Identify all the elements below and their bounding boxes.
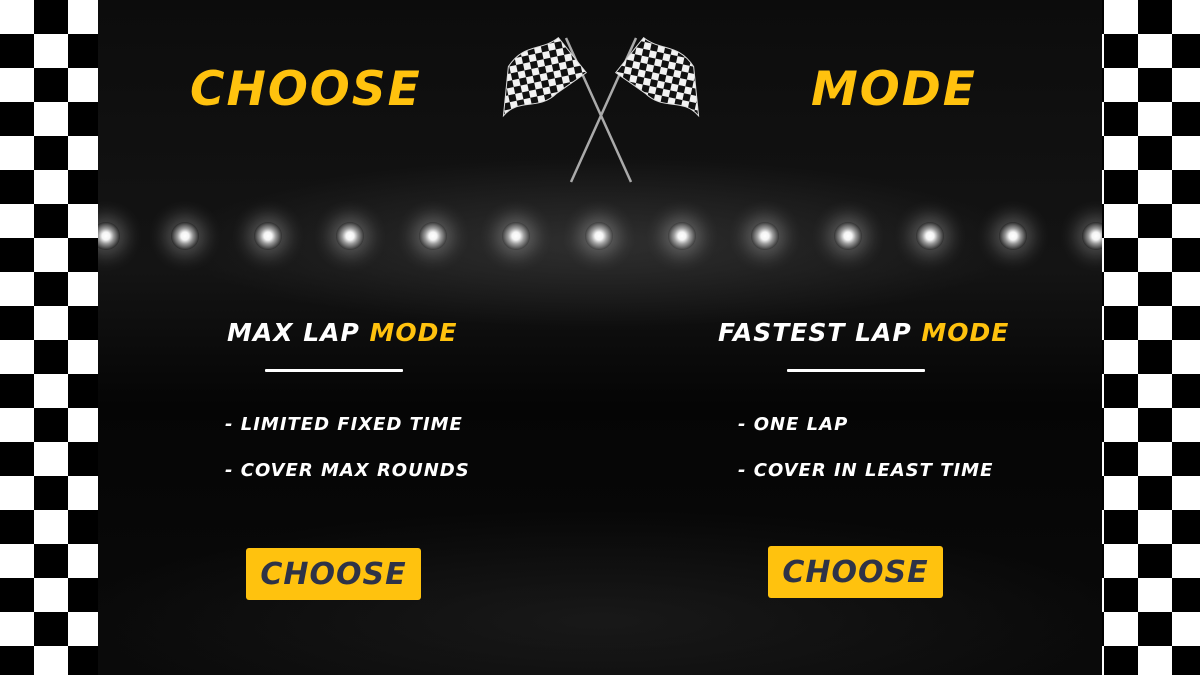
title-underline — [265, 369, 403, 372]
mode-select-screen: CHOOSE MODE MAX LAP MODE - LIMITED FIXED… — [98, 0, 1102, 675]
spotlight-icon — [834, 222, 862, 250]
spotlight-icon — [668, 222, 696, 250]
mode-feature: - COVER IN LEAST TIME — [738, 460, 994, 481]
spotlight-icon — [1082, 222, 1102, 250]
mode-title-fastest-lap: FASTEST LAP MODE — [718, 318, 1009, 347]
spotlight-icon — [419, 222, 447, 250]
spotlight-icon — [585, 222, 613, 250]
spotlight-icon — [336, 222, 364, 250]
spotlight-icon — [98, 222, 120, 250]
spotlight-icon — [999, 222, 1027, 250]
mode-feature: - LIMITED FIXED TIME — [225, 414, 463, 435]
mode-title-accent: MODE — [369, 318, 458, 347]
choose-max-lap-button[interactable]: CHOOSE — [246, 548, 421, 600]
mode-title-main: MAX LAP — [227, 318, 370, 347]
mode-feature: - COVER MAX ROUNDS — [225, 460, 470, 481]
spotlight-icon — [171, 222, 199, 250]
heading-choose: CHOOSE — [190, 62, 422, 117]
checkered-border-right — [1102, 0, 1200, 675]
mode-feature: - ONE LAP — [738, 414, 849, 435]
title-underline — [787, 369, 925, 372]
checkered-border-left — [0, 0, 98, 675]
spotlight-icon — [751, 222, 779, 250]
spotlight-icon — [254, 222, 282, 250]
heading-mode: MODE — [811, 62, 977, 117]
spotlight-icon — [916, 222, 944, 250]
mode-title-main: FASTEST LAP — [718, 318, 922, 347]
spotlight-icon — [502, 222, 530, 250]
choose-fastest-lap-button[interactable]: CHOOSE — [768, 546, 943, 598]
mode-title-max-lap: MAX LAP MODE — [227, 318, 457, 347]
mode-title-accent: MODE — [921, 318, 1010, 347]
crossed-checkered-flags-icon — [502, 36, 700, 183]
